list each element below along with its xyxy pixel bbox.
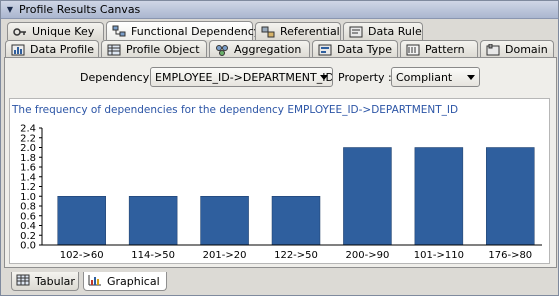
bar[interactable] xyxy=(200,196,249,246)
x-axis: 102->60 114->50 201->20 122->50 200->90 101->… xyxy=(42,244,542,261)
tab-label: Aggregation xyxy=(234,43,302,56)
tab-aggregation[interactable]: Aggregation xyxy=(209,40,310,58)
aggregation-icon xyxy=(215,44,229,56)
graphical-panel: Dependency : EMPLOYEE_ID->DEPARTMENT_ID … xyxy=(4,57,557,268)
y-tick-label: 1.2 xyxy=(20,182,36,193)
y-tick-label: 2.4 xyxy=(20,124,36,135)
y-tick-label: 0.2 xyxy=(20,231,36,242)
y-tick-label: 1.8 xyxy=(20,153,36,164)
property-label: Property : xyxy=(338,71,392,84)
y-tick-label: 0.4 xyxy=(20,221,36,232)
property-dropdown[interactable]: Compliant xyxy=(391,67,480,87)
dependency-value: EMPLOYEE_ID->DEPARTMENT_ID xyxy=(155,71,333,84)
tab-label: Referential xyxy=(280,25,340,38)
dependency-dropdown[interactable]: EMPLOYEE_ID->DEPARTMENT_ID xyxy=(150,67,333,87)
y-tick-label: 0.6 xyxy=(20,211,36,222)
tab-functional-dependency[interactable]: Functional Dependency xyxy=(106,21,260,40)
data-type-icon xyxy=(318,44,332,56)
x-tick-label: 200->90 xyxy=(346,250,390,261)
profile-object-icon xyxy=(107,44,121,56)
bar[interactable] xyxy=(343,147,392,246)
chart-area: The frequency of dependencies for the de… xyxy=(9,98,550,264)
tab-profile-object[interactable]: Profile Object xyxy=(101,40,207,58)
bar[interactable] xyxy=(128,196,178,246)
tab-domain[interactable]: Domain xyxy=(480,40,554,58)
bar[interactable] xyxy=(271,196,321,246)
window-titlebar: ▼ Profile Results Canvas xyxy=(1,1,558,19)
tab-label: Data Profile xyxy=(30,43,94,56)
chevron-down-icon xyxy=(467,75,475,80)
profile-results-canvas: ▼ Profile Results Canvas Unique Key Func… xyxy=(0,0,559,296)
y-tick-label: 1.4 xyxy=(20,172,36,183)
tab-tabular[interactable]: Tabular xyxy=(11,272,79,291)
tab-data-profile[interactable]: Data Profile xyxy=(5,40,99,58)
tab-pattern[interactable]: Pattern xyxy=(400,40,478,58)
tab-unique-key[interactable]: Unique Key xyxy=(7,22,104,40)
bars xyxy=(57,147,535,246)
tab-graphical[interactable]: Graphical xyxy=(83,272,167,291)
x-tick-label: 114->50 xyxy=(131,250,175,261)
bar-chart-icon xyxy=(88,274,102,289)
bar-chart: 0.00.20.40.60.81.01.21.41.61.82.02.22.4 … xyxy=(20,124,542,261)
bar[interactable] xyxy=(57,196,106,246)
tab-label: Data Type xyxy=(337,43,393,56)
key-icon xyxy=(13,26,27,38)
referential-icon xyxy=(261,26,275,38)
data-rule-icon xyxy=(349,26,363,38)
tab-data-rule[interactable]: Data Rule xyxy=(343,22,423,40)
tab-label: Functional Dependency xyxy=(131,24,261,38)
collapse-icon[interactable]: ▼ xyxy=(5,5,15,14)
window-title: Profile Results Canvas xyxy=(19,3,141,16)
tab-label: Domain xyxy=(505,43,548,56)
bar[interactable] xyxy=(486,147,535,246)
x-tick-label: 101->110 xyxy=(414,250,464,261)
y-tick-label: 2.2 xyxy=(20,133,36,144)
y-tick-label: 0.8 xyxy=(20,202,36,213)
chevron-down-icon xyxy=(320,75,328,80)
y-tick-label: 2.0 xyxy=(20,143,36,154)
table-icon xyxy=(16,274,30,289)
property-value: Compliant xyxy=(396,71,453,84)
tab-label: Graphical xyxy=(107,274,160,288)
dependency-label: Dependency : xyxy=(80,71,157,84)
filter-bar: Dependency : EMPLOYEE_ID->DEPARTMENT_ID … xyxy=(5,67,556,89)
y-tick-label: 0.0 xyxy=(20,241,36,252)
data-profile-icon xyxy=(11,44,25,56)
x-tick-label: 201->20 xyxy=(203,250,247,261)
domain-icon xyxy=(486,43,500,56)
x-tick-label: 176->80 xyxy=(488,250,532,261)
tab-label: Tabular xyxy=(35,274,75,288)
y-axis: 0.00.20.40.60.81.01.21.41.61.82.02.22.4 xyxy=(20,124,43,252)
pattern-icon xyxy=(406,44,420,56)
x-tick-label: 102->60 xyxy=(60,250,104,261)
tab-label: Unique Key xyxy=(32,25,95,38)
tab-referential[interactable]: Referential xyxy=(255,22,341,40)
dependency-icon xyxy=(112,25,126,37)
bar[interactable] xyxy=(414,147,464,246)
tab-label: Pattern xyxy=(425,43,465,56)
y-tick-label: 1.0 xyxy=(20,192,36,203)
x-tick-label: 122->50 xyxy=(274,250,318,261)
y-tick-label: 1.6 xyxy=(20,163,36,174)
tab-label: Profile Object xyxy=(126,43,200,56)
tab-data-type[interactable]: Data Type xyxy=(312,40,398,58)
tab-label: Data Rule xyxy=(368,25,422,38)
